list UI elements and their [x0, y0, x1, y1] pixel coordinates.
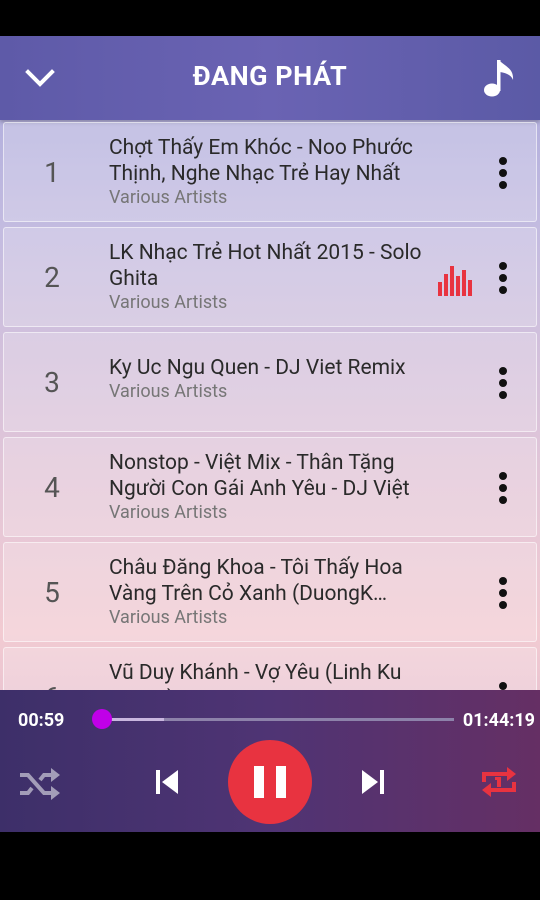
- shuffle-icon: [20, 768, 60, 800]
- player-bar: 00:59 01:44:19: [0, 690, 540, 832]
- track-artist: Various Artists: [109, 187, 228, 208]
- track-row[interactable]: 3 Ky Uc Ngu Quen - DJ Viet Remix Various A…: [3, 332, 537, 432]
- pause-icon-bar: [276, 766, 286, 798]
- repeat-one-button[interactable]: [478, 762, 520, 802]
- track-number: 1: [44, 156, 60, 189]
- header-bar: ĐANG PHÁT: [0, 36, 540, 120]
- more-options-icon[interactable]: [488, 468, 518, 508]
- track-row[interactable]: 5 Châu Đăng Khoa - Tôi Thấy Hoa Vàng Trên…: [3, 542, 537, 642]
- track-number: 4: [44, 471, 60, 504]
- track-row[interactable]: 1 Chợt Thấy Em Khóc - Noo Phước Thịnh, Ng…: [3, 122, 537, 222]
- more-options-icon[interactable]: [488, 573, 518, 613]
- track-row[interactable]: 4 Nonstop - Việt Mix - Thân Tặng Người Co…: [3, 437, 537, 537]
- track-title: Ky Uc Ngu Quen - DJ Viet Remix: [109, 356, 406, 380]
- track-row[interactable]: 2 LK Nhạc Trẻ Hot Nhất 2015 - Solo Ghita V…: [3, 227, 537, 327]
- track-number: 5: [44, 576, 60, 609]
- page-title: ĐANG PHÁT: [192, 60, 348, 92]
- track-title: Châu Đăng Khoa - Tôi Thấy Hoa Vàng Trên …: [109, 556, 403, 606]
- track-row[interactable]: 6Vũ Duy Khánh - Vợ Yêu (Linh Ku Remix)Va…: [3, 647, 537, 692]
- repeat-one-icon: [482, 767, 516, 797]
- now-playing-equalizer-icon: [438, 266, 472, 296]
- pause-button[interactable]: [228, 740, 312, 824]
- previous-button[interactable]: [154, 768, 182, 796]
- track-artist: Various Artists: [109, 292, 228, 313]
- track-number: 6: [4, 648, 100, 692]
- track-title: LK Nhạc Trẻ Hot Nhất 2015 - Solo Ghita: [109, 241, 422, 291]
- seek-bar[interactable]: [91, 709, 454, 729]
- track-artist: Various Artists: [109, 502, 228, 523]
- elapsed-time: 00:59: [18, 710, 65, 731]
- status-bar: [0, 0, 540, 36]
- skip-previous-icon: [156, 770, 178, 794]
- now-playing-screen: ĐANG PHÁT 1 Chợt Thấy Em Khóc - Noo Phước…: [0, 36, 540, 832]
- track-artist: Various Artists: [109, 607, 228, 628]
- track-title: Chợt Thấy Em Khóc - Noo Phước Thịnh, Ngh…: [109, 136, 413, 186]
- shuffle-button[interactable]: [18, 766, 62, 802]
- more-options-icon[interactable]: [488, 363, 518, 403]
- next-button[interactable]: [358, 768, 386, 796]
- total-duration: 01:44:19: [462, 710, 535, 731]
- system-nav-bar: [0, 832, 540, 900]
- track-title: Nonstop - Việt Mix - Thân Tặng Người Con…: [109, 451, 410, 501]
- track-number: 3: [44, 366, 60, 399]
- pause-icon: [254, 766, 264, 798]
- track-artist: Various Artists: [109, 381, 228, 402]
- more-options-icon[interactable]: [488, 258, 518, 298]
- music-note-icon: [484, 60, 514, 97]
- more-options-icon[interactable]: [488, 153, 518, 193]
- track-title: Vũ Duy Khánh - Vợ Yêu (Linh Ku Remix): [109, 661, 402, 692]
- track-number: 2: [44, 261, 60, 294]
- playlist: 1 Chợt Thấy Em Khóc - Noo Phước Thịnh, Ng…: [0, 122, 540, 692]
- seek-thumb[interactable]: [91, 709, 112, 729]
- skip-next-icon: [362, 770, 384, 794]
- music-library-button[interactable]: [482, 56, 518, 100]
